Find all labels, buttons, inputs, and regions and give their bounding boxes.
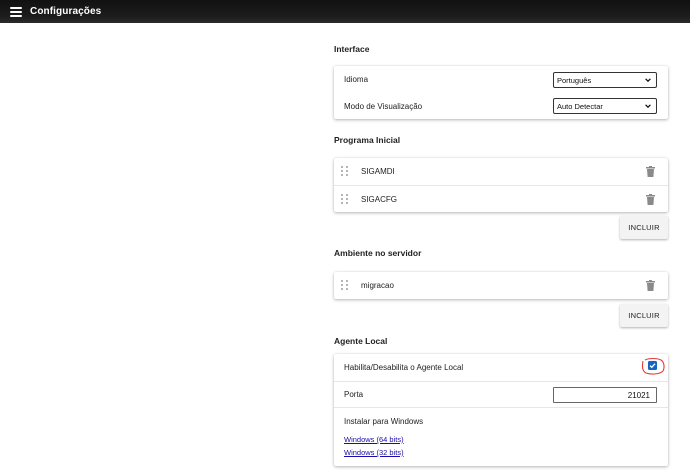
section-title-interface: Interface xyxy=(334,44,370,54)
modo-row: Modo de Visualização Auto Detectar xyxy=(334,93,668,119)
check-icon xyxy=(649,363,656,369)
windows-64-link[interactable]: Windows (64 bits) xyxy=(344,435,404,444)
section-title-agente-local: Agente Local xyxy=(334,336,388,346)
incluir-ambiente-button[interactable]: INCLUIR xyxy=(620,304,668,327)
app-toolbar: Configurações xyxy=(0,0,690,23)
trash-icon[interactable] xyxy=(646,166,655,177)
drag-handle-icon[interactable] xyxy=(341,166,349,177)
drag-handle-icon[interactable] xyxy=(341,193,349,205)
modo-label: Modo de Visualização xyxy=(344,101,423,111)
list-item-label: SIGACFG xyxy=(361,194,398,204)
list-item[interactable]: SIGAMDI xyxy=(334,158,668,185)
install-label: Instalar para Windows xyxy=(344,417,424,426)
page-title: Configurações xyxy=(30,6,102,17)
porta-label: Porta xyxy=(344,390,364,399)
ambiente-card: migracao xyxy=(334,272,668,299)
agente-toggle-row: Habilita/Desabilita o Agente Local xyxy=(334,354,668,381)
modo-select-value: Auto Detectar xyxy=(557,101,603,111)
drag-handle-icon[interactable] xyxy=(341,280,349,291)
agente-toggle-label: Habilita/Desabilita o Agente Local xyxy=(344,363,464,372)
idioma-select-value: Português xyxy=(557,75,592,85)
list-item[interactable]: SIGACFG xyxy=(334,185,668,212)
programa-inicial-card: SIGAMDI SIGACFG xyxy=(334,158,668,212)
list-item-label: migracao xyxy=(361,281,394,290)
section-title-ambiente: Ambiente no servidor xyxy=(334,248,422,258)
list-item[interactable]: migracao xyxy=(334,272,668,299)
hamburger-menu-icon[interactable] xyxy=(10,6,22,17)
windows-32-link[interactable]: Windows (32 bits) xyxy=(344,448,404,457)
idioma-label: Idioma xyxy=(344,75,369,84)
section-title-programa-inicial: Programa Inicial xyxy=(334,135,401,145)
idioma-select[interactable]: Português xyxy=(553,72,657,88)
trash-icon[interactable] xyxy=(646,280,655,291)
trash-icon[interactable] xyxy=(646,194,655,205)
chevron-down-icon xyxy=(645,104,651,109)
list-item-label: SIGAMDI xyxy=(361,167,395,176)
agente-enable-checkbox[interactable] xyxy=(648,361,657,370)
incluir-programa-button[interactable]: INCLUIR xyxy=(620,216,668,239)
porta-row: Porta 21021 xyxy=(334,381,668,407)
porta-input-value: 21021 xyxy=(627,390,650,400)
chevron-down-icon xyxy=(645,78,651,83)
interface-card: Idioma Português Modo de Visualização Au… xyxy=(334,66,668,119)
porta-input[interactable]: 21021 xyxy=(553,387,657,403)
modo-select[interactable]: Auto Detectar xyxy=(553,98,657,114)
agente-local-card: Habilita/Desabilita o Agente Local Porta… xyxy=(334,354,668,466)
install-section: Instalar para Windows Windows (64 bits) … xyxy=(334,407,668,466)
idioma-row: Idioma Português xyxy=(334,66,668,93)
